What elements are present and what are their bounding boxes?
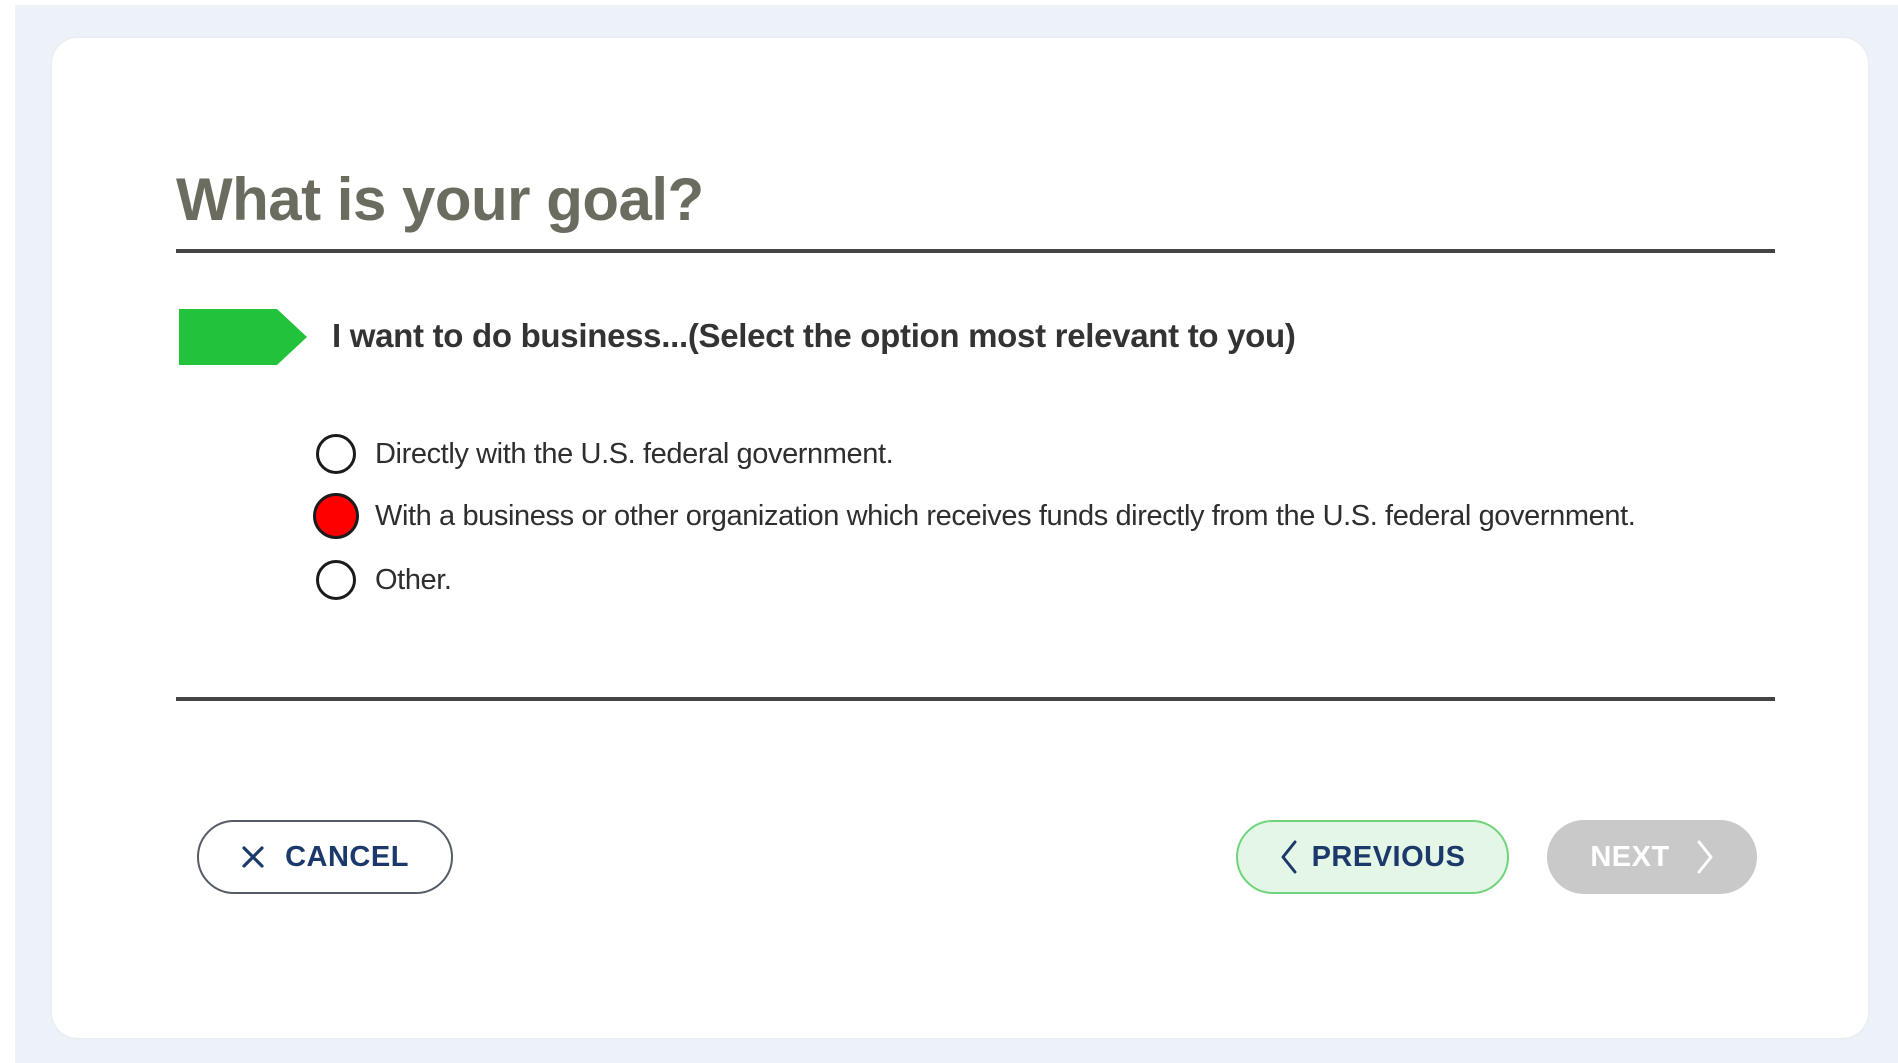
option-other[interactable]: Other. [316,556,452,604]
option-label: With a business or other organization wh… [375,499,1636,532]
radio-button[interactable] [316,560,356,600]
cancel-button[interactable]: CANCEL [197,820,453,894]
option-label: Directly with the U.S. federal governmen… [375,437,894,470]
option-direct-federal[interactable]: Directly with the U.S. federal governmen… [316,430,894,478]
previous-button-label: PREVIOUS [1311,840,1466,873]
next-button-label: NEXT [1590,840,1670,873]
page-title: What is your goal? [176,166,704,233]
chevron-right-icon [1696,840,1714,874]
chevron-left-icon [1280,840,1298,874]
question-arrow-marker [179,309,307,365]
title-divider [176,249,1775,253]
radio-button-selected[interactable] [313,493,359,539]
question-text: I want to do business...(Select the opti… [332,317,1296,354]
radio-button[interactable] [316,434,356,474]
close-icon [241,845,265,869]
cancel-button-label: CANCEL [285,840,409,873]
next-button[interactable]: NEXT [1547,820,1757,894]
option-label: Other. [375,563,452,596]
options-divider [176,697,1775,701]
option-federal-funds-recipient[interactable]: With a business or other organization wh… [313,492,1636,540]
previous-button[interactable]: PREVIOUS [1236,820,1509,894]
